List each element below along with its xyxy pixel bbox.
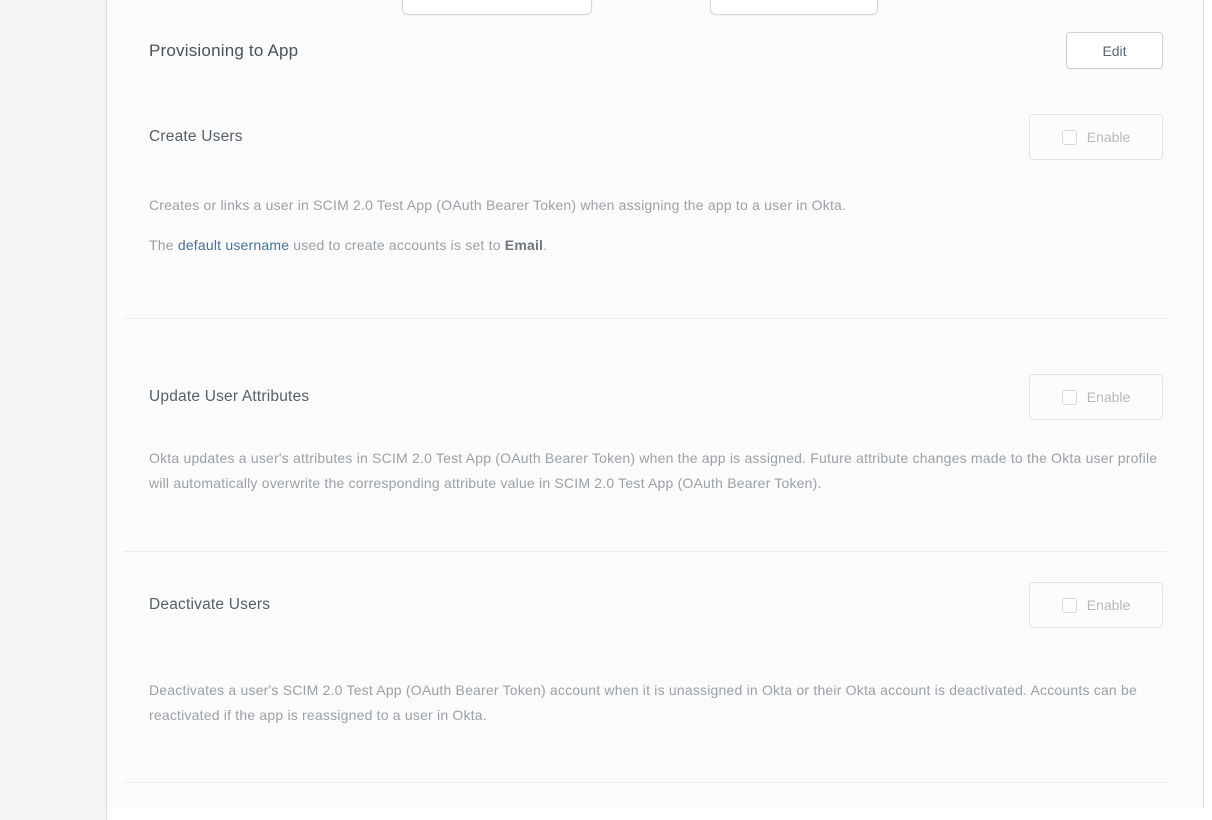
bottom-divider — [123, 782, 1166, 783]
section-description: Okta updates a user's attributes in SCIM… — [149, 446, 1163, 496]
enable-label: Enable — [1087, 597, 1131, 613]
section-title: Update User Attributes — [149, 388, 309, 406]
okta-provisioning-page: Provisioning to App Edit Create Users En… — [0, 0, 1212, 820]
section-head: Deactivate Users Enable — [149, 582, 1163, 628]
page-title: Provisioning to App — [149, 41, 298, 61]
note-prefix: The — [149, 237, 178, 253]
enable-toggle-create-users[interactable]: Enable — [1029, 114, 1163, 160]
default-username-link[interactable]: default username — [178, 237, 289, 253]
note-bold-value: Email — [505, 237, 543, 253]
default-username-note: The default username used to create acco… — [149, 233, 1163, 258]
provisioning-panel: Provisioning to App Edit Create Users En… — [107, 0, 1204, 808]
section-divider — [123, 551, 1166, 552]
section-description: Creates or links a user in SCIM 2.0 Test… — [149, 193, 1163, 218]
enable-label: Enable — [1087, 129, 1131, 145]
enable-toggle-update-attributes[interactable]: Enable — [1029, 374, 1163, 420]
note-suffix: . — [543, 237, 547, 253]
truncated-input-1[interactable] — [402, 0, 592, 15]
panel-header: Provisioning to App Edit — [149, 32, 1163, 69]
enable-checkbox[interactable] — [1062, 130, 1077, 145]
section-title: Create Users — [149, 128, 243, 146]
right-page-gutter — [1204, 0, 1212, 820]
enable-checkbox[interactable] — [1062, 390, 1077, 405]
section-title: Deactivate Users — [149, 596, 270, 614]
truncated-input-2[interactable] — [710, 0, 878, 15]
section-create-users: Create Users Enable Creates or links a u… — [149, 114, 1163, 258]
section-deactivate-users: Deactivate Users Enable Deactivates a us… — [149, 582, 1163, 728]
section-description: Deactivates a user's SCIM 2.0 Test App (… — [149, 678, 1163, 728]
enable-label: Enable — [1087, 389, 1131, 405]
note-middle: used to create accounts is set to — [289, 237, 505, 253]
section-head: Create Users Enable — [149, 114, 1163, 160]
left-sidebar-area — [0, 0, 107, 820]
section-head: Update User Attributes Enable — [149, 374, 1163, 420]
enable-checkbox[interactable] — [1062, 598, 1077, 613]
enable-toggle-deactivate-users[interactable]: Enable — [1029, 582, 1163, 628]
edit-button[interactable]: Edit — [1066, 32, 1163, 69]
section-update-user-attributes: Update User Attributes Enable Okta updat… — [149, 374, 1163, 496]
section-divider — [123, 318, 1166, 319]
